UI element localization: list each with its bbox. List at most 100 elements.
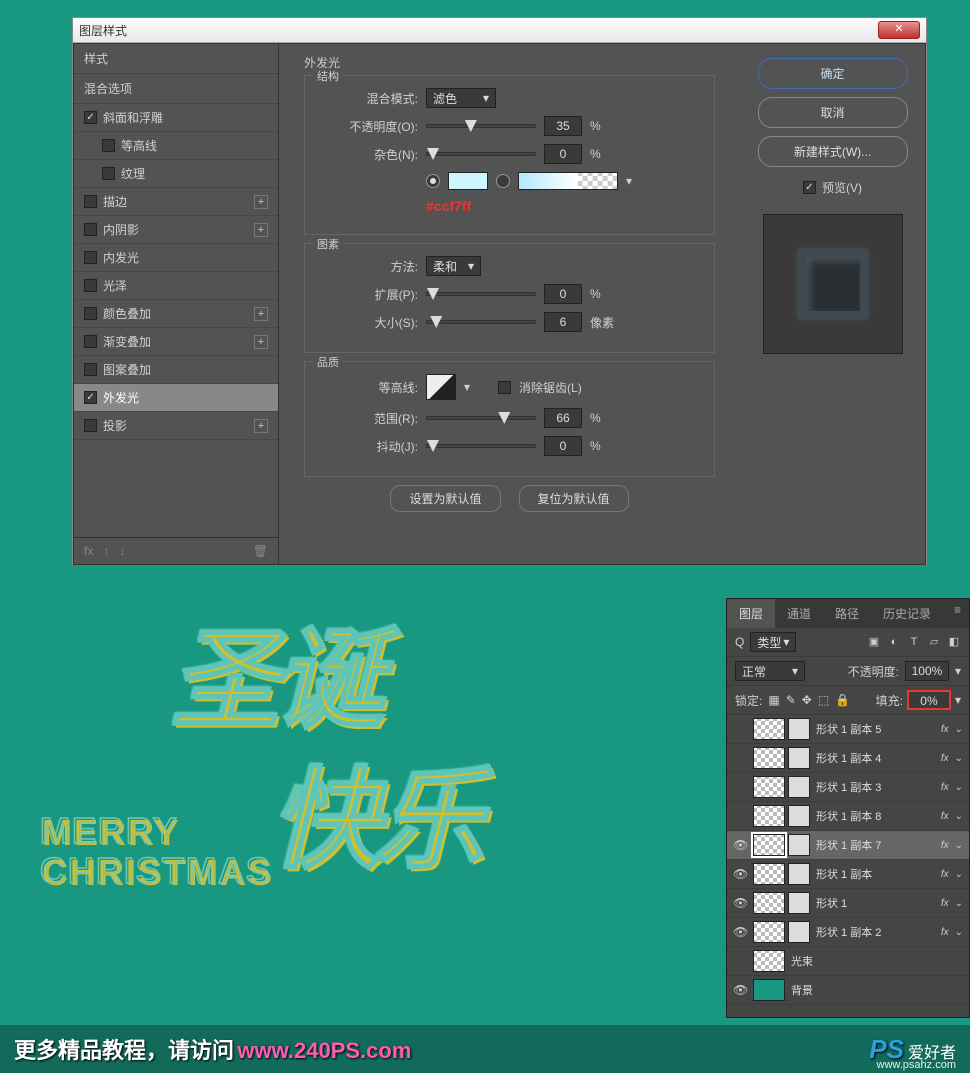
blend-options-header[interactable]: 混合选项 bbox=[74, 74, 278, 104]
range-slider[interactable] bbox=[426, 416, 536, 420]
layer-thumbnail[interactable] bbox=[753, 950, 785, 972]
style-checkbox[interactable] bbox=[84, 363, 97, 376]
ok-button[interactable]: 确定 bbox=[758, 58, 908, 89]
contour-picker[interactable] bbox=[426, 374, 456, 400]
filter-type-select[interactable]: 类型▾ bbox=[750, 632, 796, 652]
filter-smart-icon[interactable]: ◧ bbox=[947, 635, 961, 649]
chevron-down-icon[interactable]: ▾ bbox=[464, 380, 470, 394]
layer-mask-thumbnail[interactable] bbox=[788, 805, 810, 827]
style-item[interactable]: 渐变叠加+ bbox=[74, 328, 278, 356]
opacity-slider[interactable] bbox=[426, 124, 536, 128]
footer-link[interactable]: www.240PS.com bbox=[237, 1038, 411, 1063]
visibility-icon[interactable]: 👁 bbox=[733, 983, 747, 997]
layer-thumbnail[interactable] bbox=[753, 863, 785, 885]
technique-select[interactable]: 柔和▾ bbox=[426, 256, 481, 276]
layer-mask-thumbnail[interactable] bbox=[788, 747, 810, 769]
spread-input[interactable]: 0 bbox=[544, 284, 582, 304]
layer-item[interactable]: 👁形状 1fx⌄ bbox=[727, 889, 969, 918]
plus-icon[interactable]: + bbox=[254, 335, 268, 349]
layer-item[interactable]: 形状 1 副本 8fx⌄ bbox=[727, 802, 969, 831]
spread-slider[interactable] bbox=[426, 292, 536, 296]
size-slider[interactable] bbox=[426, 320, 536, 324]
style-checkbox[interactable] bbox=[84, 307, 97, 320]
style-checkbox[interactable] bbox=[84, 279, 97, 292]
styles-header[interactable]: 样式 bbox=[74, 44, 278, 74]
style-item[interactable]: 斜面和浮雕 bbox=[74, 104, 278, 132]
lock-paint-icon[interactable]: ✎ bbox=[786, 693, 796, 707]
fx-badge[interactable]: fx bbox=[941, 724, 949, 735]
chevron-down-icon[interactable]: ⌄ bbox=[955, 724, 963, 735]
jitter-input[interactable]: 0 bbox=[544, 436, 582, 456]
style-item[interactable]: 纹理 bbox=[74, 160, 278, 188]
layer-mask-thumbnail[interactable] bbox=[788, 921, 810, 943]
tab-layers[interactable]: 图层 bbox=[727, 599, 775, 628]
layer-mask-thumbnail[interactable] bbox=[788, 892, 810, 914]
layer-thumbnail[interactable] bbox=[753, 921, 785, 943]
chevron-down-icon[interactable]: ⌄ bbox=[955, 927, 963, 938]
panel-menu-icon[interactable]: ≡ bbox=[946, 599, 969, 628]
filter-shape-icon[interactable]: ▱ bbox=[927, 635, 941, 649]
tab-paths[interactable]: 路径 bbox=[823, 599, 871, 628]
fx-badge[interactable]: fx bbox=[941, 753, 949, 764]
blend-mode-select[interactable]: 滤色▾ bbox=[426, 88, 496, 108]
lock-all-icon[interactable]: 🔒 bbox=[835, 693, 850, 707]
layer-thumbnail[interactable] bbox=[753, 805, 785, 827]
close-button[interactable]: ✕ bbox=[878, 21, 920, 39]
layer-thumbnail[interactable] bbox=[753, 747, 785, 769]
visibility-icon[interactable]: 👁 bbox=[733, 925, 747, 939]
arrow-up-icon[interactable]: ↑ bbox=[103, 544, 109, 558]
chevron-down-icon[interactable]: ▾ bbox=[955, 693, 961, 707]
lock-artboard-icon[interactable]: ⬚ bbox=[818, 693, 829, 707]
chevron-down-icon[interactable]: ⌄ bbox=[955, 782, 963, 793]
style-checkbox[interactable] bbox=[84, 335, 97, 348]
tab-channels[interactable]: 通道 bbox=[775, 599, 823, 628]
style-checkbox[interactable] bbox=[84, 195, 97, 208]
layer-item[interactable]: 形状 1 副本 4fx⌄ bbox=[727, 744, 969, 773]
layer-mask-thumbnail[interactable] bbox=[788, 776, 810, 798]
style-item[interactable]: 内发光 bbox=[74, 244, 278, 272]
layer-item[interactable]: 形状 1 副本 3fx⌄ bbox=[727, 773, 969, 802]
chevron-down-icon[interactable]: ⌄ bbox=[955, 840, 963, 851]
fx-icon[interactable]: fx bbox=[84, 544, 93, 558]
lock-position-icon[interactable]: ✥ bbox=[802, 693, 812, 707]
fill-input[interactable]: 0% bbox=[907, 690, 951, 710]
layer-thumbnail[interactable] bbox=[753, 834, 785, 856]
style-checkbox[interactable] bbox=[102, 139, 115, 152]
range-input[interactable]: 66 bbox=[544, 408, 582, 428]
style-item[interactable]: 光泽 bbox=[74, 272, 278, 300]
cancel-button[interactable]: 取消 bbox=[758, 97, 908, 128]
size-input[interactable]: 6 bbox=[544, 312, 582, 332]
fx-badge[interactable]: fx bbox=[941, 782, 949, 793]
fx-badge[interactable]: fx bbox=[941, 869, 949, 880]
gradient-swatch[interactable] bbox=[518, 172, 618, 190]
layer-item[interactable]: 👁背景 bbox=[727, 976, 969, 1005]
layer-item[interactable]: 👁形状 1 副本 2fx⌄ bbox=[727, 918, 969, 947]
chevron-down-icon[interactable]: ⌄ bbox=[955, 898, 963, 909]
layer-thumbnail[interactable] bbox=[753, 979, 785, 1001]
chevron-down-icon[interactable]: ⌄ bbox=[955, 869, 963, 880]
fx-badge[interactable]: fx bbox=[941, 898, 949, 909]
visibility-icon[interactable]: 👁 bbox=[733, 838, 747, 852]
layer-item[interactable]: 👁形状 1 副本 7fx⌄ bbox=[727, 831, 969, 860]
style-checkbox[interactable] bbox=[84, 223, 97, 236]
layer-item[interactable]: 👁形状 1 副本fx⌄ bbox=[727, 860, 969, 889]
visibility-icon[interactable]: 👁 bbox=[733, 867, 747, 881]
jitter-slider[interactable] bbox=[426, 444, 536, 448]
color-swatch[interactable] bbox=[448, 172, 488, 190]
layer-thumbnail[interactable] bbox=[753, 718, 785, 740]
visibility-icon[interactable]: 👁 bbox=[733, 896, 747, 910]
layer-mask-thumbnail[interactable] bbox=[788, 834, 810, 856]
style-item[interactable]: 图案叠加 bbox=[74, 356, 278, 384]
arrow-down-icon[interactable]: ↓ bbox=[119, 544, 125, 558]
plus-icon[interactable]: + bbox=[254, 419, 268, 433]
opacity-input[interactable]: 100% bbox=[905, 661, 949, 681]
style-item[interactable]: 内阴影+ bbox=[74, 216, 278, 244]
style-item[interactable]: 颜色叠加+ bbox=[74, 300, 278, 328]
chevron-down-icon[interactable]: ⌄ bbox=[955, 811, 963, 822]
style-item[interactable]: 描边+ bbox=[74, 188, 278, 216]
chevron-down-icon[interactable]: ⌄ bbox=[955, 753, 963, 764]
style-item[interactable]: 投影+ bbox=[74, 412, 278, 440]
plus-icon[interactable]: + bbox=[254, 307, 268, 321]
chevron-down-icon[interactable]: ▾ bbox=[626, 174, 632, 188]
layer-mask-thumbnail[interactable] bbox=[788, 863, 810, 885]
